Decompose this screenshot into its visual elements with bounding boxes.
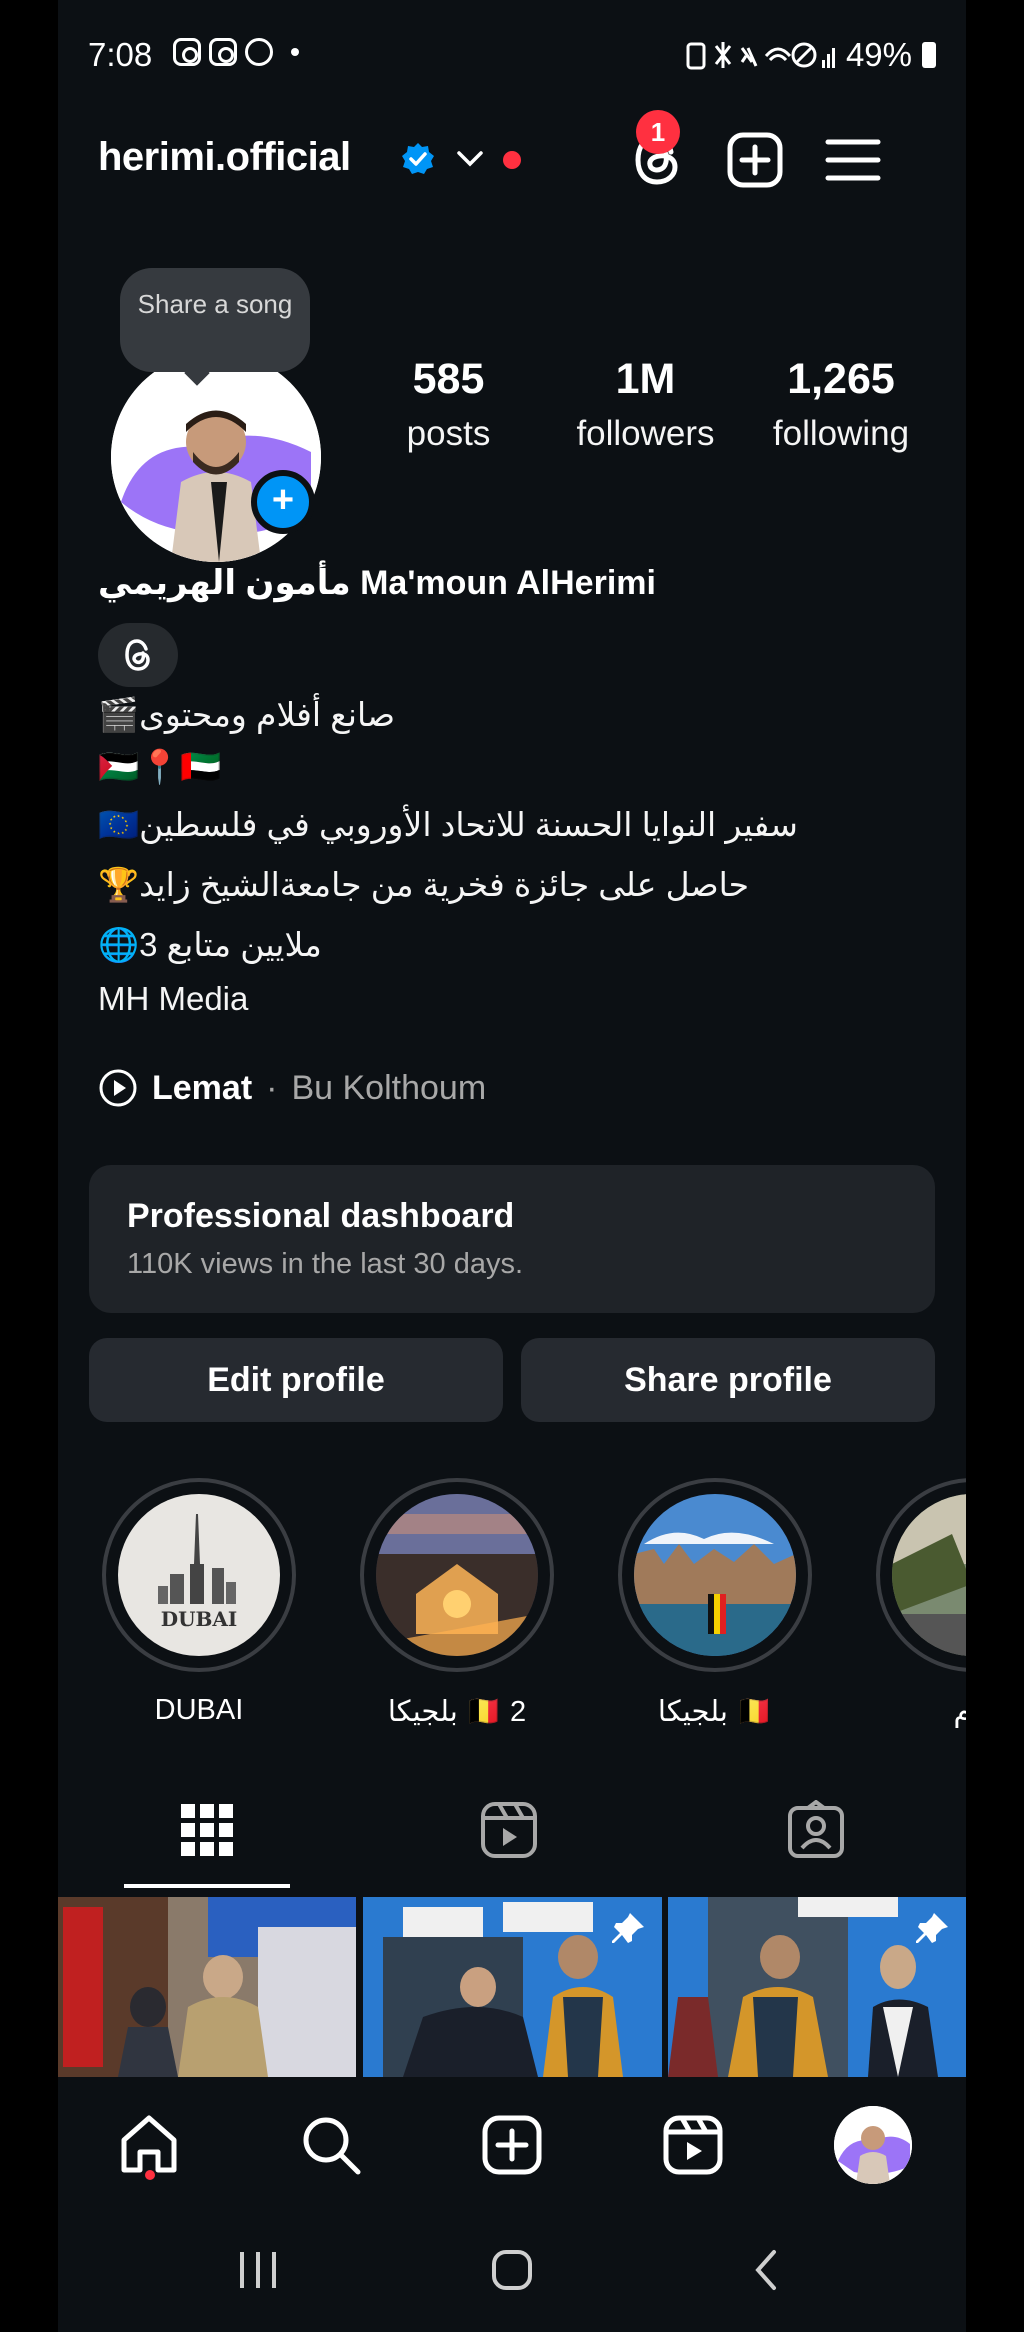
reels-icon[interactable] <box>479 1800 539 1860</box>
avatar-photo <box>834 2106 912 2184</box>
reels-icon[interactable] <box>660 2112 726 2178</box>
post-thumbnail[interactable] <box>668 1897 966 2077</box>
pinned-post-icon <box>916 1913 948 1943</box>
create-icon[interactable] <box>479 2112 545 2178</box>
highlight-image-belgium-canal <box>634 1494 796 1656</box>
connectivity-icons <box>686 42 835 70</box>
bio-line: 🏆حاصل على جائزة فخرية من جامعةالشيخ زايد <box>98 866 750 903</box>
stat-value: 1M <box>615 355 676 403</box>
dubai-logo-text: DUBAI <box>161 1607 238 1631</box>
status-time: 7:08 <box>88 36 153 73</box>
dashboard-subtitle: 110K views in the last 30 days. <box>127 1248 524 1280</box>
stat-posts[interactable]: 585 posts <box>376 355 521 454</box>
highlight-image-belgium-night <box>376 1494 538 1656</box>
back-icon[interactable] <box>738 2240 798 2300</box>
post-image <box>58 1897 356 2077</box>
professional-dashboard-card[interactable]: Professional dashboard 110K views in the… <box>89 1165 935 1313</box>
city-street-image <box>892 1494 966 1656</box>
profile-avatar[interactable] <box>834 2106 912 2184</box>
instagram-profile-screen: 7:08 49% herimi.official 1 + Share a son… <box>58 0 966 2332</box>
bio-line: 🇪🇺سفير النوايا الحسنة للاتحاد الأوروبي ف… <box>98 806 798 843</box>
bio-line: 🇵🇸📍🇦🇪 <box>98 748 222 785</box>
system-icons: 49% <box>686 36 936 74</box>
highlight-image-city <box>892 1494 966 1656</box>
menu-icon[interactable] <box>823 130 883 190</box>
stat-value: 585 <box>412 355 485 403</box>
threads-icon <box>125 639 150 671</box>
story-highlight[interactable]: DUBAI DUBAI <box>102 1478 296 1727</box>
threads-profile-link[interactable] <box>98 623 178 687</box>
notification-icons <box>173 38 299 66</box>
add-story-button[interactable]: + <box>251 470 315 534</box>
dubai-skyline-image: DUBAI <box>118 1494 280 1656</box>
threads-notification-badge: 1 <box>636 110 680 154</box>
highlight-image-dubai: DUBAI <box>118 1494 280 1656</box>
edit-profile-button[interactable]: Edit profile <box>89 1338 503 1422</box>
post-thumbnail[interactable] <box>363 1897 662 2077</box>
status-bar: 7:08 49% <box>58 30 966 80</box>
stat-label: posts <box>406 414 491 453</box>
grid-icon[interactable] <box>177 1800 237 1860</box>
dashboard-title: Professional dashboard <box>127 1197 515 1235</box>
recent-apps-icon[interactable] <box>228 2240 288 2300</box>
battery-icon <box>922 42 936 68</box>
profile-full-name: مأمون الهريمي Ma'moun AlHerimi <box>98 564 656 602</box>
account-notification-dot <box>503 151 521 169</box>
music-separator: · <box>266 1068 278 1107</box>
story-highlight[interactable]: بلجيكا 🇧🇪 2 <box>360 1478 554 1729</box>
more-notifications-dot <box>291 48 299 56</box>
home-icon[interactable] <box>116 2112 182 2178</box>
post-thumbnail[interactable] <box>58 1897 356 2077</box>
messenger-notification-icon <box>245 38 273 66</box>
highlight-label: بلجيكا 🇧🇪 <box>657 1696 773 1728</box>
highlight-ring <box>618 1478 812 1672</box>
story-highlight[interactable]: دام <box>876 1478 966 1729</box>
stat-following[interactable]: 1,265 following <box>751 355 931 454</box>
play-icon <box>99 1069 137 1107</box>
belgium-canal-image <box>634 1494 796 1656</box>
highlight-label: دام <box>953 1696 966 1728</box>
create-icon[interactable] <box>725 130 785 190</box>
bio-line: 🎬صانع أفلام ومحتوى <box>98 696 396 733</box>
stat-followers[interactable]: 1M followers <box>558 355 733 454</box>
highlight-label: DUBAI <box>154 1694 244 1726</box>
battery-level: 49% <box>845 36 912 73</box>
account-switch-chevron-icon[interactable] <box>455 147 485 171</box>
music-song-title: Lemat <box>152 1068 253 1107</box>
verified-badge-icon <box>402 143 434 174</box>
instagram-notification-icon <box>209 38 237 66</box>
share-song-note[interactable]: Share a song <box>120 268 310 372</box>
story-highlight[interactable]: بلجيكا 🇧🇪 <box>618 1478 812 1729</box>
active-tab-indicator <box>124 1884 290 1888</box>
profile-username[interactable]: herimi.official <box>98 135 351 180</box>
tagged-icon[interactable] <box>786 1800 846 1860</box>
share-profile-button[interactable]: Share profile <box>521 1338 935 1422</box>
highlight-ring: DUBAI <box>102 1478 296 1672</box>
bio-line: 🌐ملايين متابع 3 <box>98 926 322 963</box>
stat-label: followers <box>576 414 715 453</box>
bio-line[interactable]: MH Media <box>98 980 248 1018</box>
highlight-ring <box>360 1478 554 1672</box>
stat-label: following <box>772 414 910 453</box>
belgium-night-image <box>376 1494 538 1656</box>
highlight-label: بلجيكا 🇧🇪 2 <box>387 1696 527 1728</box>
home-notification-dot <box>145 2170 155 2180</box>
search-icon[interactable] <box>298 2112 364 2178</box>
stat-value: 1,265 <box>787 355 895 403</box>
home-button-icon[interactable] <box>482 2240 542 2300</box>
instagram-notification-icon <box>173 38 201 66</box>
profile-music[interactable]: Lemat · Bu Kolthoum <box>98 1068 486 1108</box>
music-artist: Bu Kolthoum <box>291 1068 487 1107</box>
pinned-post-icon <box>612 1913 644 1943</box>
highlight-ring <box>876 1478 966 1672</box>
